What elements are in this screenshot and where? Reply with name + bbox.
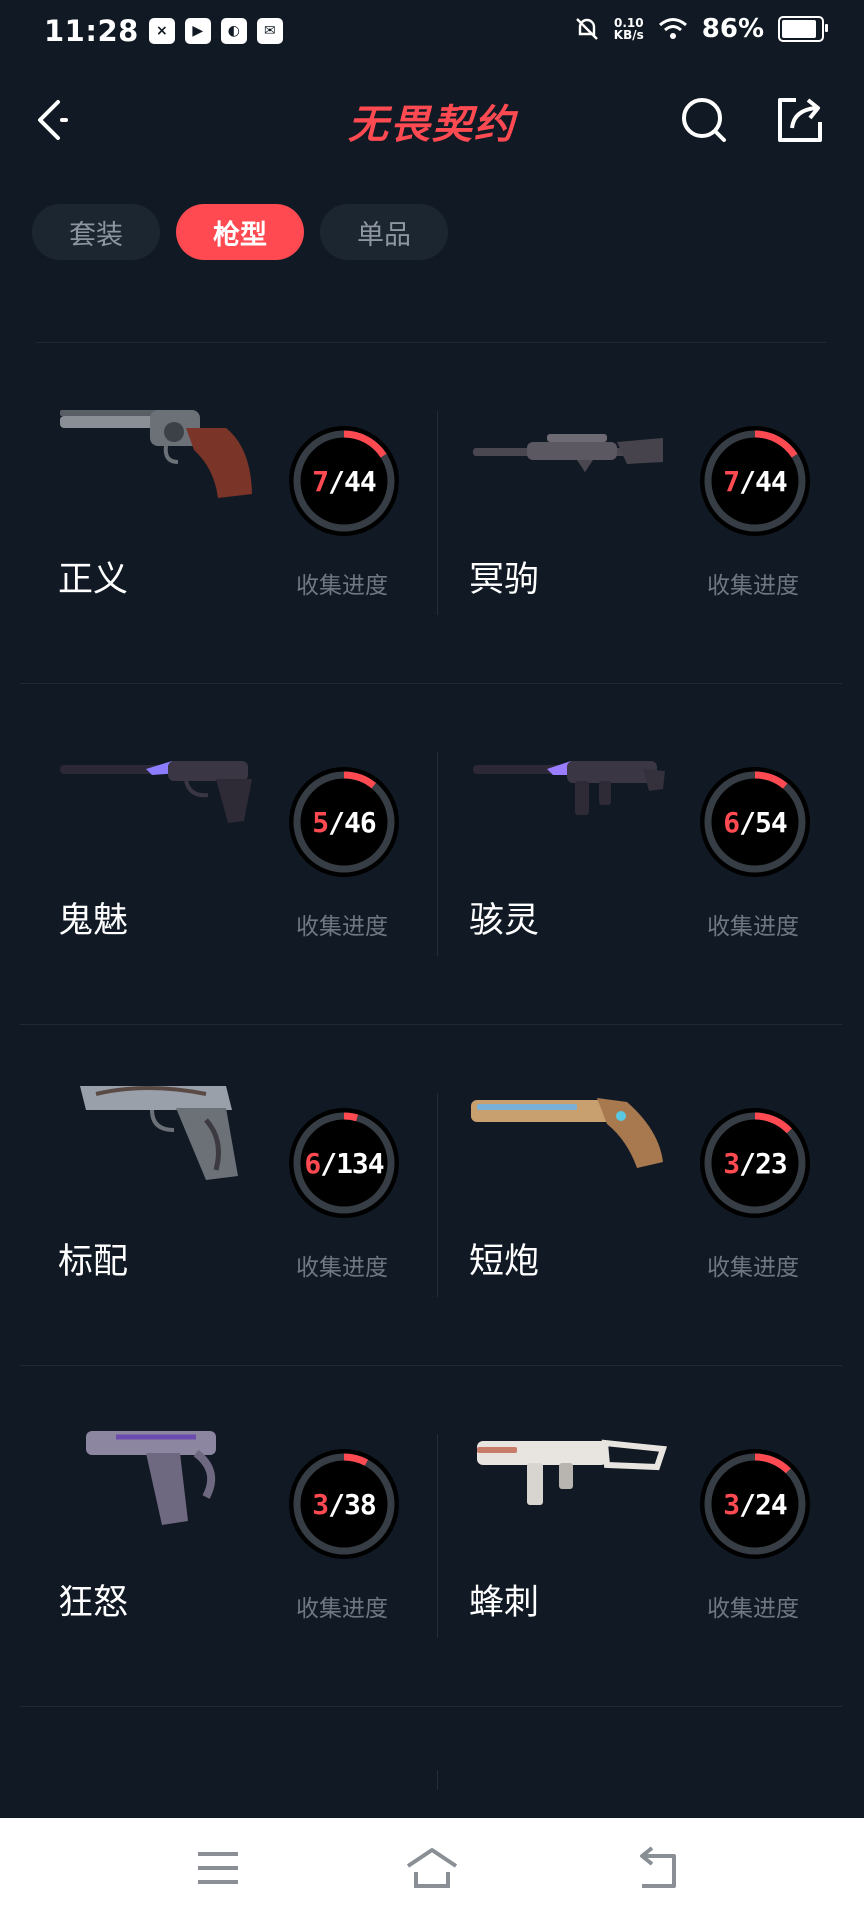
progress-label: 收集进度	[296, 573, 388, 599]
progress-count: 6/54	[723, 805, 788, 839]
share-icon	[778, 98, 822, 142]
battery-icon	[778, 16, 828, 42]
collected-count: 7	[312, 464, 329, 498]
search-button[interactable]	[676, 92, 732, 148]
system-nav-bar	[0, 1818, 864, 1920]
weapon-card[interactable]: 狂怒 3/38 收集进度	[20, 1366, 431, 1706]
progress-label: 收集进度	[707, 914, 799, 940]
weapon-name: 鬼魅	[58, 901, 129, 941]
tab-suits[interactable]: 套装	[32, 204, 160, 260]
collected-count: 3	[312, 1487, 329, 1521]
status-time: 11:28	[44, 14, 139, 48]
progress-gauge: 3/38	[288, 1448, 400, 1560]
app-icon: ◐	[220, 18, 247, 44]
weapon-card[interactable]: 短炮 3/23 收集进度	[431, 1025, 842, 1365]
progress-count: 3/23	[723, 1146, 788, 1180]
progress-gauge: 7/44	[699, 425, 811, 537]
progress-count: 3/38	[312, 1487, 377, 1521]
progress-count: 7/44	[312, 464, 377, 498]
collected-count: 5	[312, 805, 329, 839]
status-bar: 11:28 × ▶ ◐ ✉ 0.10 KB/s 86%	[0, 0, 864, 66]
play-icon: ▶	[184, 18, 211, 44]
weapon-card[interactable]: 正义 7/44 收集进度	[20, 343, 431, 683]
battery-percent: 86%	[701, 14, 764, 44]
column-divider	[437, 1770, 438, 1790]
category-tabs: 套装 枪型 单品	[32, 204, 448, 260]
back-nav-button[interactable]	[630, 1844, 686, 1892]
total-count: 134	[336, 1146, 385, 1180]
progress-label: 收集进度	[707, 1596, 799, 1622]
weapon-row: 鬼魅 5/46 收集进度 骇灵 6 / 54 收集进度	[20, 684, 842, 1025]
return-icon	[640, 1846, 676, 1888]
weapon-row: 狂怒 3/38 收集进度 蜂刺 3 / 24 收集进度	[20, 1366, 842, 1707]
collected-count: 7	[723, 464, 740, 498]
progress-label: 收集进度	[296, 914, 388, 940]
progress-gauge: 6/134	[288, 1107, 400, 1219]
weapon-card[interactable]: 骇灵 6/54 收集进度	[431, 684, 842, 1024]
shorty-shotgun-icon	[471, 1098, 663, 1168]
brand-title: 无畏契约	[348, 102, 516, 148]
weapon-card[interactable]: 冥驹 7/44 收集进度	[431, 343, 842, 683]
net-speed: 0.10 KB/s	[614, 17, 644, 41]
total-count: 38	[344, 1487, 377, 1521]
weapon-name: 冥驹	[469, 560, 540, 600]
home-icon	[406, 1848, 458, 1888]
sniper-rifle-icon	[473, 434, 663, 472]
progress-count: 7/44	[723, 464, 788, 498]
classic-pistol-icon	[80, 1086, 238, 1180]
wifi-icon	[658, 18, 687, 39]
revolver-icon	[60, 410, 252, 498]
weapon-name: 短炮	[469, 1242, 540, 1282]
progress-label: 收集进度	[296, 1255, 388, 1281]
weapon-name: 骇灵	[469, 901, 540, 941]
progress-count: 5/46	[312, 805, 377, 839]
collected-count: 3	[723, 1487, 740, 1521]
header: 无畏契约	[0, 76, 864, 162]
weapon-card[interactable]: 标配 6/134 收集进度	[20, 1025, 431, 1365]
weapon-row: 正义 7/44 收集进度 冥驹 7 / 44 收集进度	[20, 343, 842, 684]
stinger-smg-icon	[477, 1439, 667, 1505]
spectre-smg-icon	[473, 761, 665, 815]
progress-gauge: 5/46	[288, 766, 400, 878]
frenzy-pistol-icon	[86, 1431, 216, 1525]
menu-icon	[198, 1852, 238, 1884]
progress-count: 6/134	[304, 1146, 385, 1180]
total-count: 23	[755, 1146, 788, 1180]
progress-gauge: 3/23	[699, 1107, 811, 1219]
weapon-name: 正义	[58, 560, 129, 600]
progress-count: 3/24	[723, 1487, 788, 1521]
total-count: 46	[344, 805, 377, 839]
progress-label: 收集进度	[707, 1255, 799, 1281]
tab-items[interactable]: 单品	[320, 204, 448, 260]
weapon-card[interactable]: 蜂刺 3/24 收集进度	[431, 1366, 842, 1706]
share-button[interactable]	[772, 92, 828, 148]
progress-label: 收集进度	[296, 1596, 388, 1622]
file-icon: ×	[148, 18, 175, 44]
progress-gauge: 6/54	[699, 766, 811, 878]
menu-button[interactable]	[190, 1844, 246, 1892]
weapon-card[interactable]: 鬼魅 5/46 收集进度	[20, 684, 431, 1024]
total-count: 44	[755, 464, 788, 498]
weapon-name: 狂怒	[58, 1583, 129, 1623]
weapon-row: 标配 6/134 收集进度 短炮 3 / 23 收集进度	[20, 1025, 842, 1366]
total-count: 54	[755, 805, 788, 839]
collected-count: 6	[304, 1146, 321, 1180]
search-icon	[682, 98, 726, 142]
mail-icon: ✉	[256, 18, 283, 44]
progress-gauge: 3/24	[699, 1448, 811, 1560]
weapon-name: 标配	[58, 1242, 129, 1282]
mute-bell-icon	[575, 18, 598, 40]
net-speed-unit: KB/s	[613, 28, 644, 42]
collected-count: 6	[723, 805, 740, 839]
weapon-grid: 正义 7/44 收集进度 冥驹 7 / 44 收集进度 鬼魅 5 / 46 收集…	[20, 343, 842, 1707]
total-count: 44	[344, 464, 377, 498]
progress-gauge: 7/44	[288, 425, 400, 537]
collected-count: 3	[723, 1146, 740, 1180]
home-button[interactable]	[404, 1844, 460, 1892]
progress-label: 收集进度	[707, 573, 799, 599]
total-count: 24	[755, 1487, 788, 1521]
tab-gun-types[interactable]: 枪型	[176, 204, 304, 260]
weapon-name: 蜂刺	[469, 1583, 540, 1623]
ghost-pistol-icon	[60, 761, 252, 823]
